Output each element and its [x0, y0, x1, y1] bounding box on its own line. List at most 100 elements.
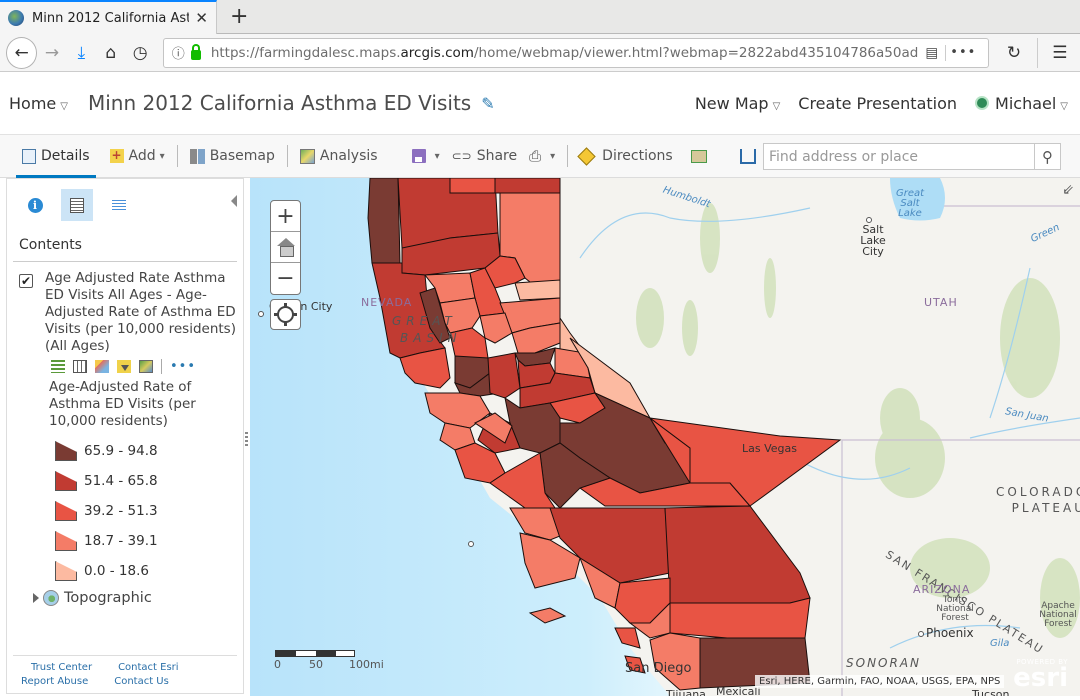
zoom-out-button[interactable]: −: [271, 263, 300, 294]
collapse-panel-icon[interactable]: [231, 195, 237, 207]
layer-visibility-checkbox[interactable]: ✔: [19, 274, 33, 288]
downloads-icon[interactable]: ⤓: [67, 38, 96, 68]
reader-view-icon[interactable]: ▤: [918, 44, 947, 61]
county-polygon[interactable]: [449, 178, 496, 194]
back-button[interactable]: ←: [6, 36, 38, 69]
printer-icon: ⎙: [529, 147, 542, 165]
carson-city-marker: [258, 311, 264, 317]
directions-button[interactable]: Directions: [574, 134, 679, 178]
url-bar[interactable]: ⓘ https://farmingdalesc.maps.arcgis.com/…: [162, 37, 990, 68]
hamburger-menu-icon[interactable]: ☰: [1036, 37, 1074, 68]
esri-logo[interactable]: POWERED BY esri: [1013, 658, 1068, 691]
filter-icon[interactable]: [117, 359, 131, 373]
browser-tab[interactable]: Minn 2012 California Asthma ED Visits ✕: [0, 0, 217, 34]
details-button[interactable]: Details: [16, 134, 96, 178]
panel-resize-handle[interactable]: [245, 432, 248, 448]
site-info-icon[interactable]: ⓘ: [172, 43, 185, 62]
legend-label: 39.2 - 51.3: [84, 502, 158, 519]
tab-content[interactable]: [61, 189, 93, 221]
url-prefix: https://farmingdalesc.maps.: [210, 44, 401, 61]
browser-tab-bar: Minn 2012 California Asthma ED Visits ✕ …: [0, 0, 1080, 34]
history-clock-icon[interactable]: ◷: [125, 38, 154, 68]
legend-item: 18.7 - 39.1: [55, 526, 237, 556]
page-actions-icon[interactable]: •••: [946, 45, 980, 60]
legend-swatch: [55, 441, 77, 461]
county-polygon[interactable]: [367, 178, 401, 264]
legend-label: 18.7 - 39.1: [84, 532, 158, 549]
legend-item: 65.9 - 94.8: [55, 436, 237, 466]
tab-about[interactable]: i: [19, 189, 51, 221]
bookmarks-button[interactable]: [718, 134, 761, 178]
layer-item: ✔ Age Adjusted Rate Asthma ED Visits All…: [7, 262, 243, 586]
show-table-icon[interactable]: [73, 359, 87, 373]
collapse-map-icon[interactable]: ⇙: [1062, 182, 1074, 198]
share-label: Share: [476, 148, 518, 164]
map-attribution: Esri, HERE, Garmin, FAO, NOAA, USGS, EPA…: [755, 675, 1005, 688]
more-options-icon[interactable]: •••: [170, 358, 196, 375]
scale-bar: 0 50 100mi: [274, 650, 395, 671]
show-legend-icon[interactable]: [51, 359, 65, 373]
county-polygon[interactable]: [664, 505, 811, 604]
user-menu[interactable]: Michael ▽: [975, 94, 1068, 113]
page-title: Minn 2012 California Asthma ED Visits: [87, 91, 472, 115]
share-button[interactable]: ⊂⊃ Share: [446, 134, 524, 178]
chevron-down-icon: ▾: [434, 150, 440, 162]
globe-icon: [43, 590, 59, 606]
default-extent-button[interactable]: [271, 232, 300, 263]
trust-center-link[interactable]: Trust Center: [31, 661, 92, 675]
create-presentation-link[interactable]: Create Presentation: [798, 94, 957, 113]
search-icon: ⚲: [1042, 147, 1053, 166]
forward-button[interactable]: →: [37, 38, 66, 68]
county-polygon[interactable]: [514, 279, 561, 301]
county-polygon[interactable]: [669, 597, 811, 641]
user-name: Michael: [995, 93, 1057, 113]
salt-lake-city-marker: [866, 217, 872, 223]
print-button[interactable]: ⎙ ▾: [523, 134, 561, 178]
app-header: Home ▽ Minn 2012 California Asthma ED Vis…: [0, 72, 1080, 134]
scale-bar-graphic: [275, 650, 355, 657]
divider: [286, 145, 288, 167]
tab-legend[interactable]: [103, 189, 135, 221]
label-sonoran: SONORAN: [846, 656, 922, 670]
url-text[interactable]: https://farmingdalesc.maps.arcgis.com/ho…: [211, 45, 918, 61]
scale-label-0: 0: [274, 658, 281, 671]
edit-pencil-icon[interactable]: ✎: [481, 94, 494, 113]
new-tab-button[interactable]: +: [230, 4, 248, 29]
save-button[interactable]: ▾: [406, 134, 446, 178]
add-icon: +: [109, 148, 124, 163]
phoenix-marker: [918, 631, 924, 637]
zoom-in-button[interactable]: +: [271, 201, 300, 232]
legend-swatch: [55, 561, 77, 581]
search-button[interactable]: ⚲: [1034, 144, 1060, 169]
county-polygon[interactable]: [494, 178, 561, 194]
expand-arrow-icon[interactable]: [33, 593, 39, 603]
perform-analysis-icon[interactable]: [139, 359, 153, 373]
add-button[interactable]: + Add ▾: [104, 134, 171, 178]
reload-button[interactable]: ↻: [999, 38, 1028, 68]
close-tab-icon[interactable]: ✕: [195, 9, 208, 27]
secure-lock-icon: [190, 43, 201, 60]
county-polygon[interactable]: [487, 352, 521, 399]
map-view[interactable]: Carson City NEVADA GREAT BASIN UTAH Grea…: [250, 178, 1080, 696]
measure-button[interactable]: [679, 134, 718, 178]
layer-name[interactable]: Age Adjusted Rate Asthma ED Visits All A…: [45, 270, 237, 355]
search-input[interactable]: [764, 144, 1034, 169]
analysis-button[interactable]: Analysis: [294, 134, 384, 178]
report-abuse-link[interactable]: Report Abuse: [21, 675, 88, 689]
contact-us-link[interactable]: Contact Us: [114, 675, 169, 689]
home-icon[interactable]: ⌂: [96, 38, 125, 68]
save-disk-icon: [411, 149, 426, 163]
legend-label: 65.9 - 94.8: [84, 442, 158, 459]
legend-label: 51.4 - 65.8: [84, 472, 158, 489]
bookmark-book-icon: [739, 148, 756, 164]
locate-button[interactable]: [270, 299, 301, 330]
contact-esri-link[interactable]: Contact Esri: [118, 661, 179, 675]
basemap-layer-item[interactable]: Topographic: [33, 590, 243, 606]
divider: [567, 145, 569, 167]
change-style-icon[interactable]: [95, 359, 109, 373]
chevron-down-icon: ▾: [159, 150, 165, 162]
home-menu[interactable]: Home ▽: [9, 94, 68, 113]
legend-item: 0.0 - 18.6: [55, 556, 237, 586]
basemap-button[interactable]: Basemap: [184, 134, 281, 178]
new-map-menu[interactable]: New Map ▽: [695, 94, 780, 113]
